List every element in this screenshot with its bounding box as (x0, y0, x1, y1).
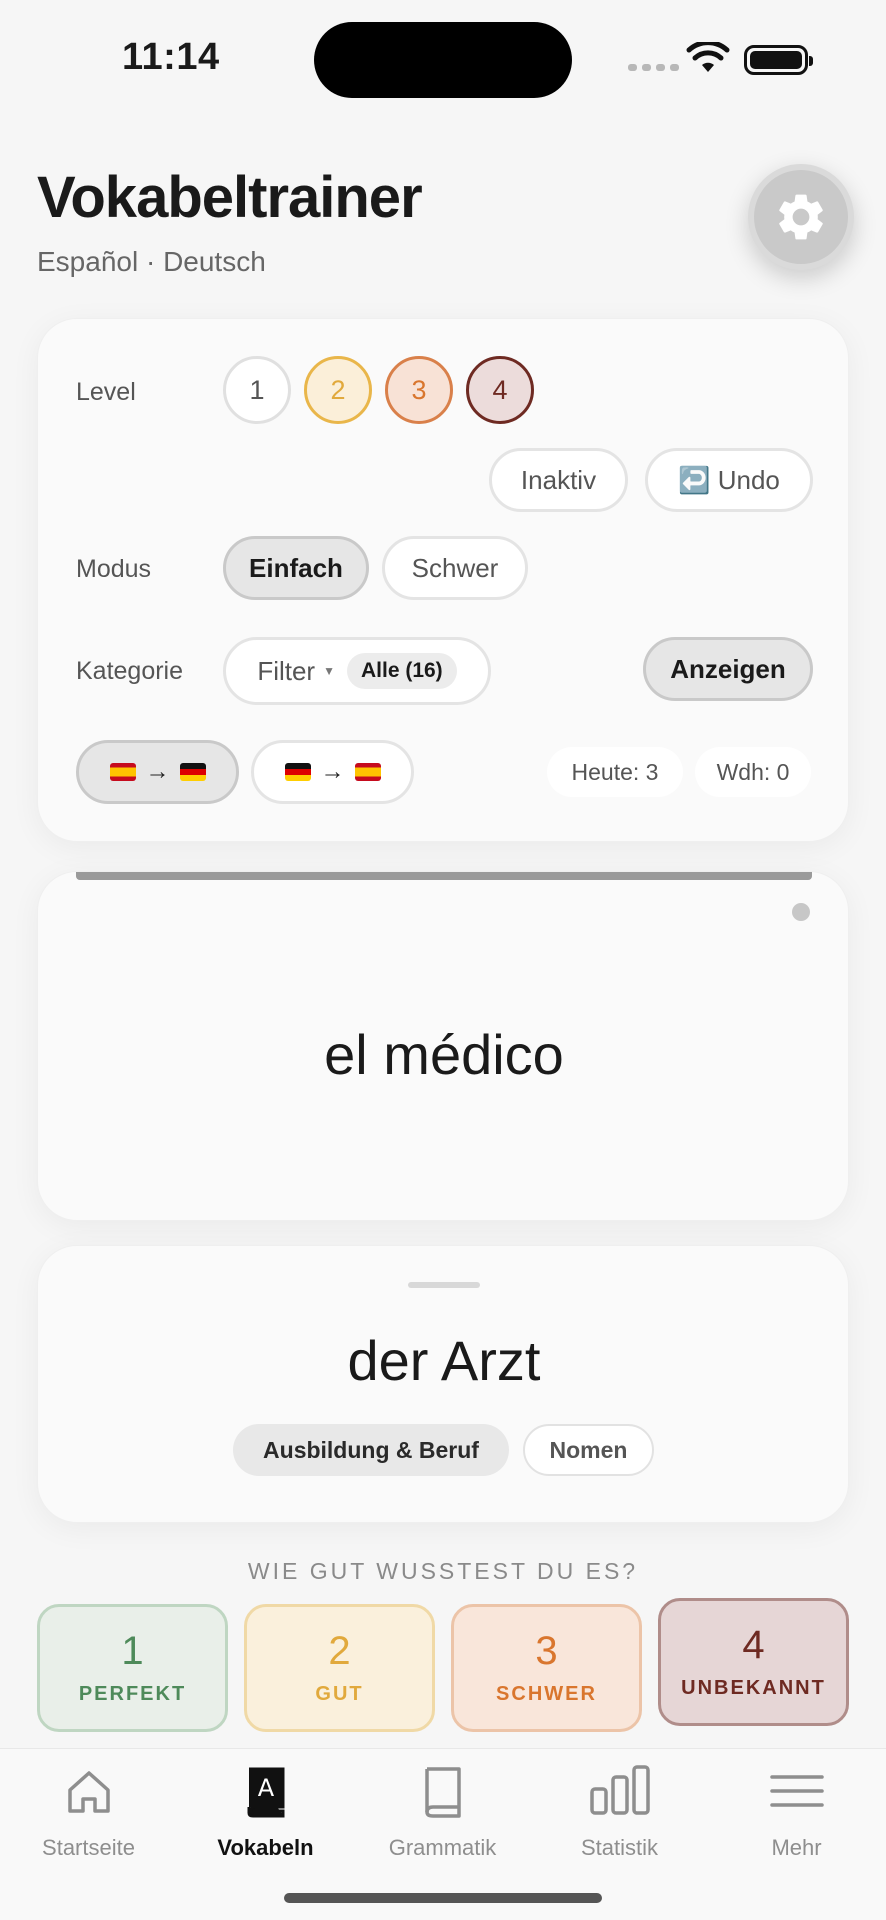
level-3-button[interactable]: 3 (385, 356, 453, 424)
mode-hard-button[interactable]: Schwer (382, 536, 528, 600)
tab-label: Statistik (580, 1835, 659, 1860)
tab-statistik[interactable]: Statistik (531, 1749, 708, 1869)
today-counter: Heute: 3 (547, 747, 683, 797)
level-1-button[interactable]: 1 (223, 356, 291, 424)
controls-card: Level 1 2 3 4 Inaktiv ↩️ Undo Modus Einf… (37, 318, 849, 842)
mode-easy-button[interactable]: Einfach (223, 536, 369, 600)
germany-flag-icon (284, 763, 311, 781)
chevron-down-icon: ▼ (323, 664, 335, 678)
front-word: el médico (324, 1023, 564, 1086)
category-tag: Ausbildung & Beruf (233, 1424, 509, 1476)
house-icon (68, 1771, 110, 1813)
tab-grammatik[interactable]: Grammatik (354, 1749, 531, 1869)
show-button[interactable]: Anzeigen (643, 637, 813, 701)
repeat-counter: Wdh: 0 (695, 747, 811, 797)
rate-unknown-number: 4 (742, 1622, 765, 1667)
page-title: Vokabeltrainer (37, 165, 423, 230)
rate-good-button[interactable]: 2 GUT (244, 1604, 435, 1732)
rate-good-number: 2 (328, 1628, 351, 1673)
svg-text:A: A (258, 1774, 275, 1802)
status-bar: 11:14 (0, 0, 886, 120)
battery-icon (744, 45, 813, 75)
status-time: 11:14 (122, 36, 220, 78)
direction-de-es-button[interactable]: → (251, 740, 414, 804)
direction-es-de-button[interactable]: → (76, 740, 239, 804)
rate-good-label: GUT (315, 1682, 364, 1705)
rate-hard-button[interactable]: 3 SCHWER (451, 1604, 642, 1732)
undo-button[interactable]: ↩️ Undo (645, 448, 813, 512)
vocab-book-icon: A (247, 1767, 285, 1818)
rate-unknown-label: UNBEKANNT (681, 1676, 826, 1699)
settings-button[interactable] (748, 164, 854, 270)
tab-label: Mehr (771, 1835, 822, 1860)
rate-perfect-number: 1 (121, 1628, 144, 1673)
tab-mehr[interactable]: Mehr (708, 1749, 885, 1869)
arrow-right-icon: → (320, 758, 345, 785)
menu-icon (770, 1775, 824, 1807)
gear-icon (779, 194, 823, 240)
dynamic-island (314, 22, 572, 98)
flashcard-front[interactable]: el médico (37, 871, 849, 1221)
bar-chart-icon (590, 1765, 650, 1815)
back-word: der Arzt (347, 1329, 541, 1392)
status-dot (792, 903, 810, 921)
rate-unknown-button[interactable]: 4 UNBEKANNT (658, 1598, 849, 1726)
inactive-button[interactable]: Inaktiv (489, 448, 628, 512)
card-progress-bar (76, 872, 812, 880)
book-icon (425, 1767, 461, 1818)
rate-perfect-button[interactable]: 1 PERFEKT (37, 1604, 228, 1732)
spain-flag-icon (354, 763, 381, 781)
rating-question: WIE GUT WUSSTEST DU ES? (247, 1558, 639, 1584)
tab-label: Grammatik (388, 1835, 497, 1860)
filter-count-badge: Alle (16) (346, 653, 457, 689)
card-progress-fill (76, 872, 812, 880)
arrow-right-icon: → (145, 758, 170, 785)
mode-label: Modus (76, 555, 152, 583)
rate-hard-number: 3 (535, 1628, 558, 1673)
rate-hard-label: SCHWER (496, 1682, 597, 1705)
tab-startseite[interactable]: Startseite (0, 1749, 177, 1869)
flashcard-back[interactable]: der Arzt Ausbildung & Beruf Nomen (37, 1245, 849, 1523)
filter-label: Filter (257, 655, 316, 686)
home-indicator (284, 1893, 602, 1903)
category-label: Kategorie (76, 657, 184, 685)
level-label: Level (76, 378, 136, 406)
language-pair-subtitle: Español · Deutsch (37, 246, 266, 277)
drag-handle[interactable] (408, 1282, 480, 1288)
cellular-signal-icon (628, 64, 679, 71)
tab-vokabeln[interactable]: A Vokabeln (177, 1749, 354, 1869)
wifi-icon (686, 42, 730, 72)
tab-label: Vokabeln (217, 1835, 314, 1860)
tab-label: Startseite (42, 1835, 135, 1860)
spain-flag-icon (109, 763, 136, 781)
rate-perfect-label: PERFEKT (78, 1682, 187, 1705)
level-2-button[interactable]: 2 (304, 356, 372, 424)
level-4-button[interactable]: 4 (466, 356, 534, 424)
word-type-tag: Nomen (523, 1424, 654, 1476)
category-filter-dropdown[interactable]: Filter ▼ Alle (16) (223, 637, 491, 705)
germany-flag-icon (179, 763, 206, 781)
